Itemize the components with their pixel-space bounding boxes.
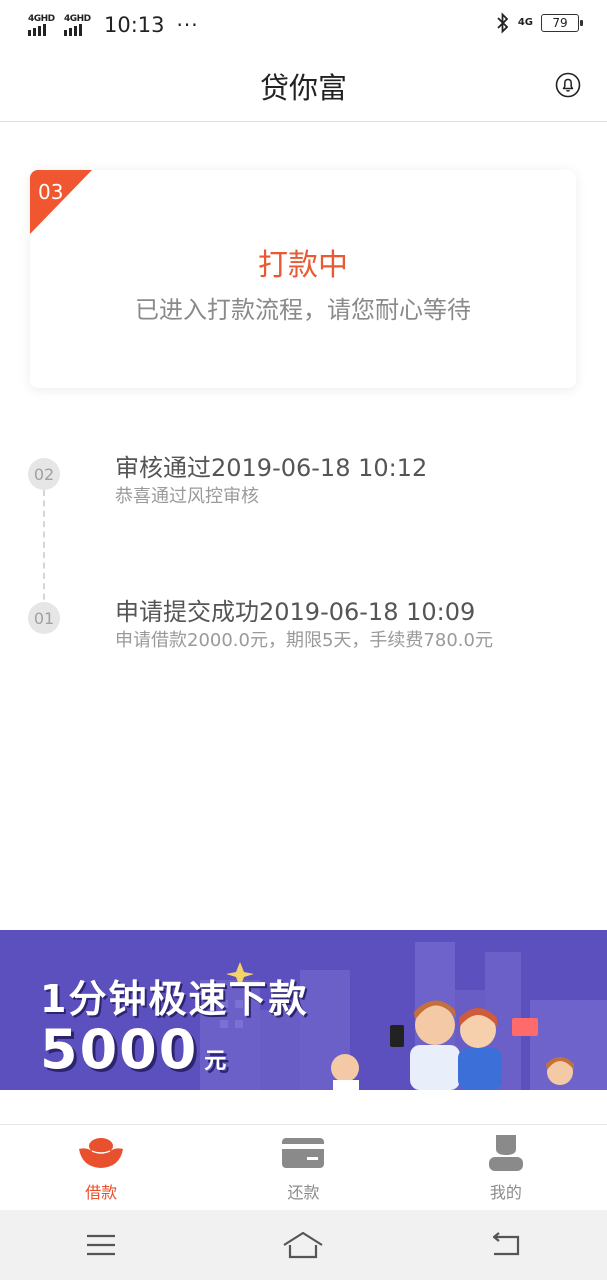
status-description: 已进入打款流程，请您耐心等待	[135, 296, 471, 324]
timeline-connector	[43, 490, 45, 610]
more-notifications-icon: ···	[176, 13, 199, 37]
signal-label: 4GHD	[28, 14, 55, 24]
timeline-subtitle: 申请借款2000.0元，期限5天，手续费780.0元	[115, 630, 493, 651]
clock: 10:13	[104, 13, 165, 37]
network-4g-icon: 4G	[517, 17, 533, 28]
home-icon	[283, 1231, 324, 1259]
bluetooth-icon	[497, 12, 509, 34]
progress-timeline: 02 审核通过2019-06-18 10:12 恭喜通过风控审核 01 申请提交…	[0, 430, 607, 670]
card-icon	[282, 1137, 325, 1168]
promo-banner[interactable]: 1分钟极速下款 5000 元	[0, 930, 607, 1090]
timeline-title: 审核通过2019-06-18 10:12	[115, 454, 428, 482]
back-icon	[492, 1232, 519, 1256]
loan-status-card: 03 打款中 已进入打款流程，请您耐心等待	[30, 170, 576, 388]
banner-amount-unit: 元	[204, 1049, 227, 1074]
home-button[interactable]	[273, 1220, 333, 1270]
menu-icon	[87, 1234, 116, 1256]
banner-amount-value: 5000	[40, 1018, 199, 1081]
tab-repay-label: 还款	[287, 1182, 320, 1202]
timeline-node-02: 02	[28, 458, 60, 490]
banner-amount: 5000 元	[40, 1018, 226, 1081]
person-icon	[488, 1134, 523, 1171]
signal-icon-2: 4GHD	[64, 14, 92, 36]
page-title: 贷你富	[259, 70, 347, 105]
signal-icon: 4GHD	[28, 14, 56, 36]
tab-mine[interactable]: 我的	[405, 1125, 607, 1210]
bell-icon[interactable]	[555, 72, 581, 98]
battery-icon: 79	[541, 14, 583, 32]
menu-button[interactable]	[71, 1220, 131, 1270]
timeline-node-01: 01	[28, 602, 60, 634]
back-button[interactable]	[476, 1220, 536, 1270]
tab-borrow[interactable]: 借款	[0, 1125, 202, 1210]
timeline-subtitle: 恭喜通过风控审核	[115, 486, 259, 507]
tab-borrow-label: 借款	[85, 1182, 118, 1202]
signal-label-2: 4GHD	[64, 14, 91, 24]
ingot-icon	[79, 1137, 124, 1168]
app-header: 贷你富	[0, 50, 607, 122]
tab-repay[interactable]: 还款	[202, 1125, 404, 1210]
status-bar: 4GHD 4GHD 10:13 ··· 4G 79	[0, 0, 607, 50]
banner-headline: 1分钟极速下款	[40, 977, 309, 1021]
bottom-tab-bar: 借款 还款 我的	[0, 1124, 607, 1210]
tab-mine-label: 我的	[489, 1182, 522, 1202]
status-title: 打款中	[258, 248, 348, 283]
system-nav-bar	[0, 1210, 607, 1280]
timeline-title: 申请提交成功2019-06-18 10:09	[115, 598, 476, 626]
step-number: 03	[38, 180, 64, 204]
